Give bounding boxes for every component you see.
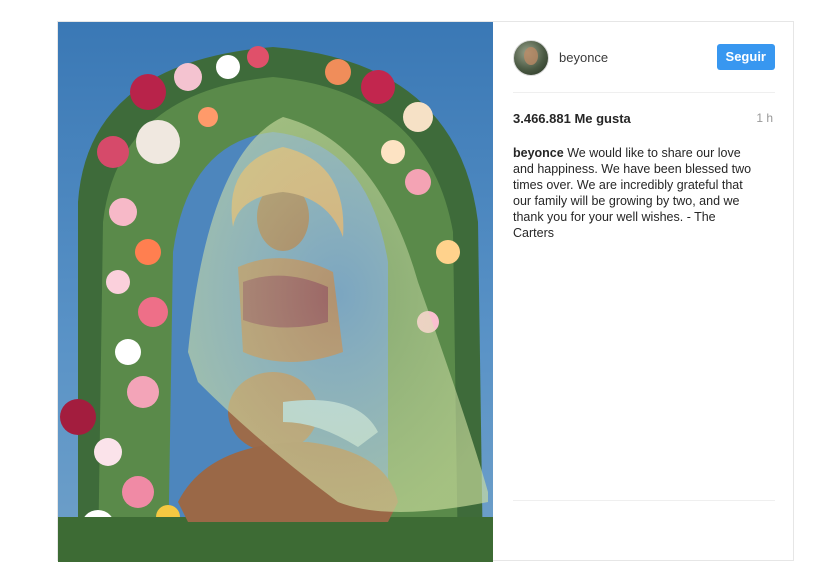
caption-username[interactable]: beyonce	[513, 146, 564, 160]
post-sidebar: beyonce Seguir 3.466.881 Me gusta 1 h be…	[493, 22, 795, 562]
comments-divider	[513, 500, 775, 501]
caption-text: We would like to share our love and happ…	[513, 146, 752, 240]
post-header: beyonce Seguir	[513, 40, 775, 76]
follow-button[interactable]: Seguir	[716, 44, 775, 70]
post-timestamp[interactable]: 1 h	[756, 111, 773, 125]
post-caption: beyonce We would like to share our love …	[513, 145, 753, 241]
avatar[interactable]	[513, 40, 549, 76]
post-image	[58, 22, 493, 562]
header-divider	[513, 92, 775, 93]
post-photo[interactable]	[58, 22, 493, 562]
instagram-post-card: beyonce Seguir 3.466.881 Me gusta 1 h be…	[57, 21, 795, 562]
likes-count[interactable]: 3.466.881 Me gusta	[513, 111, 631, 126]
username-link[interactable]: beyonce	[559, 50, 608, 65]
